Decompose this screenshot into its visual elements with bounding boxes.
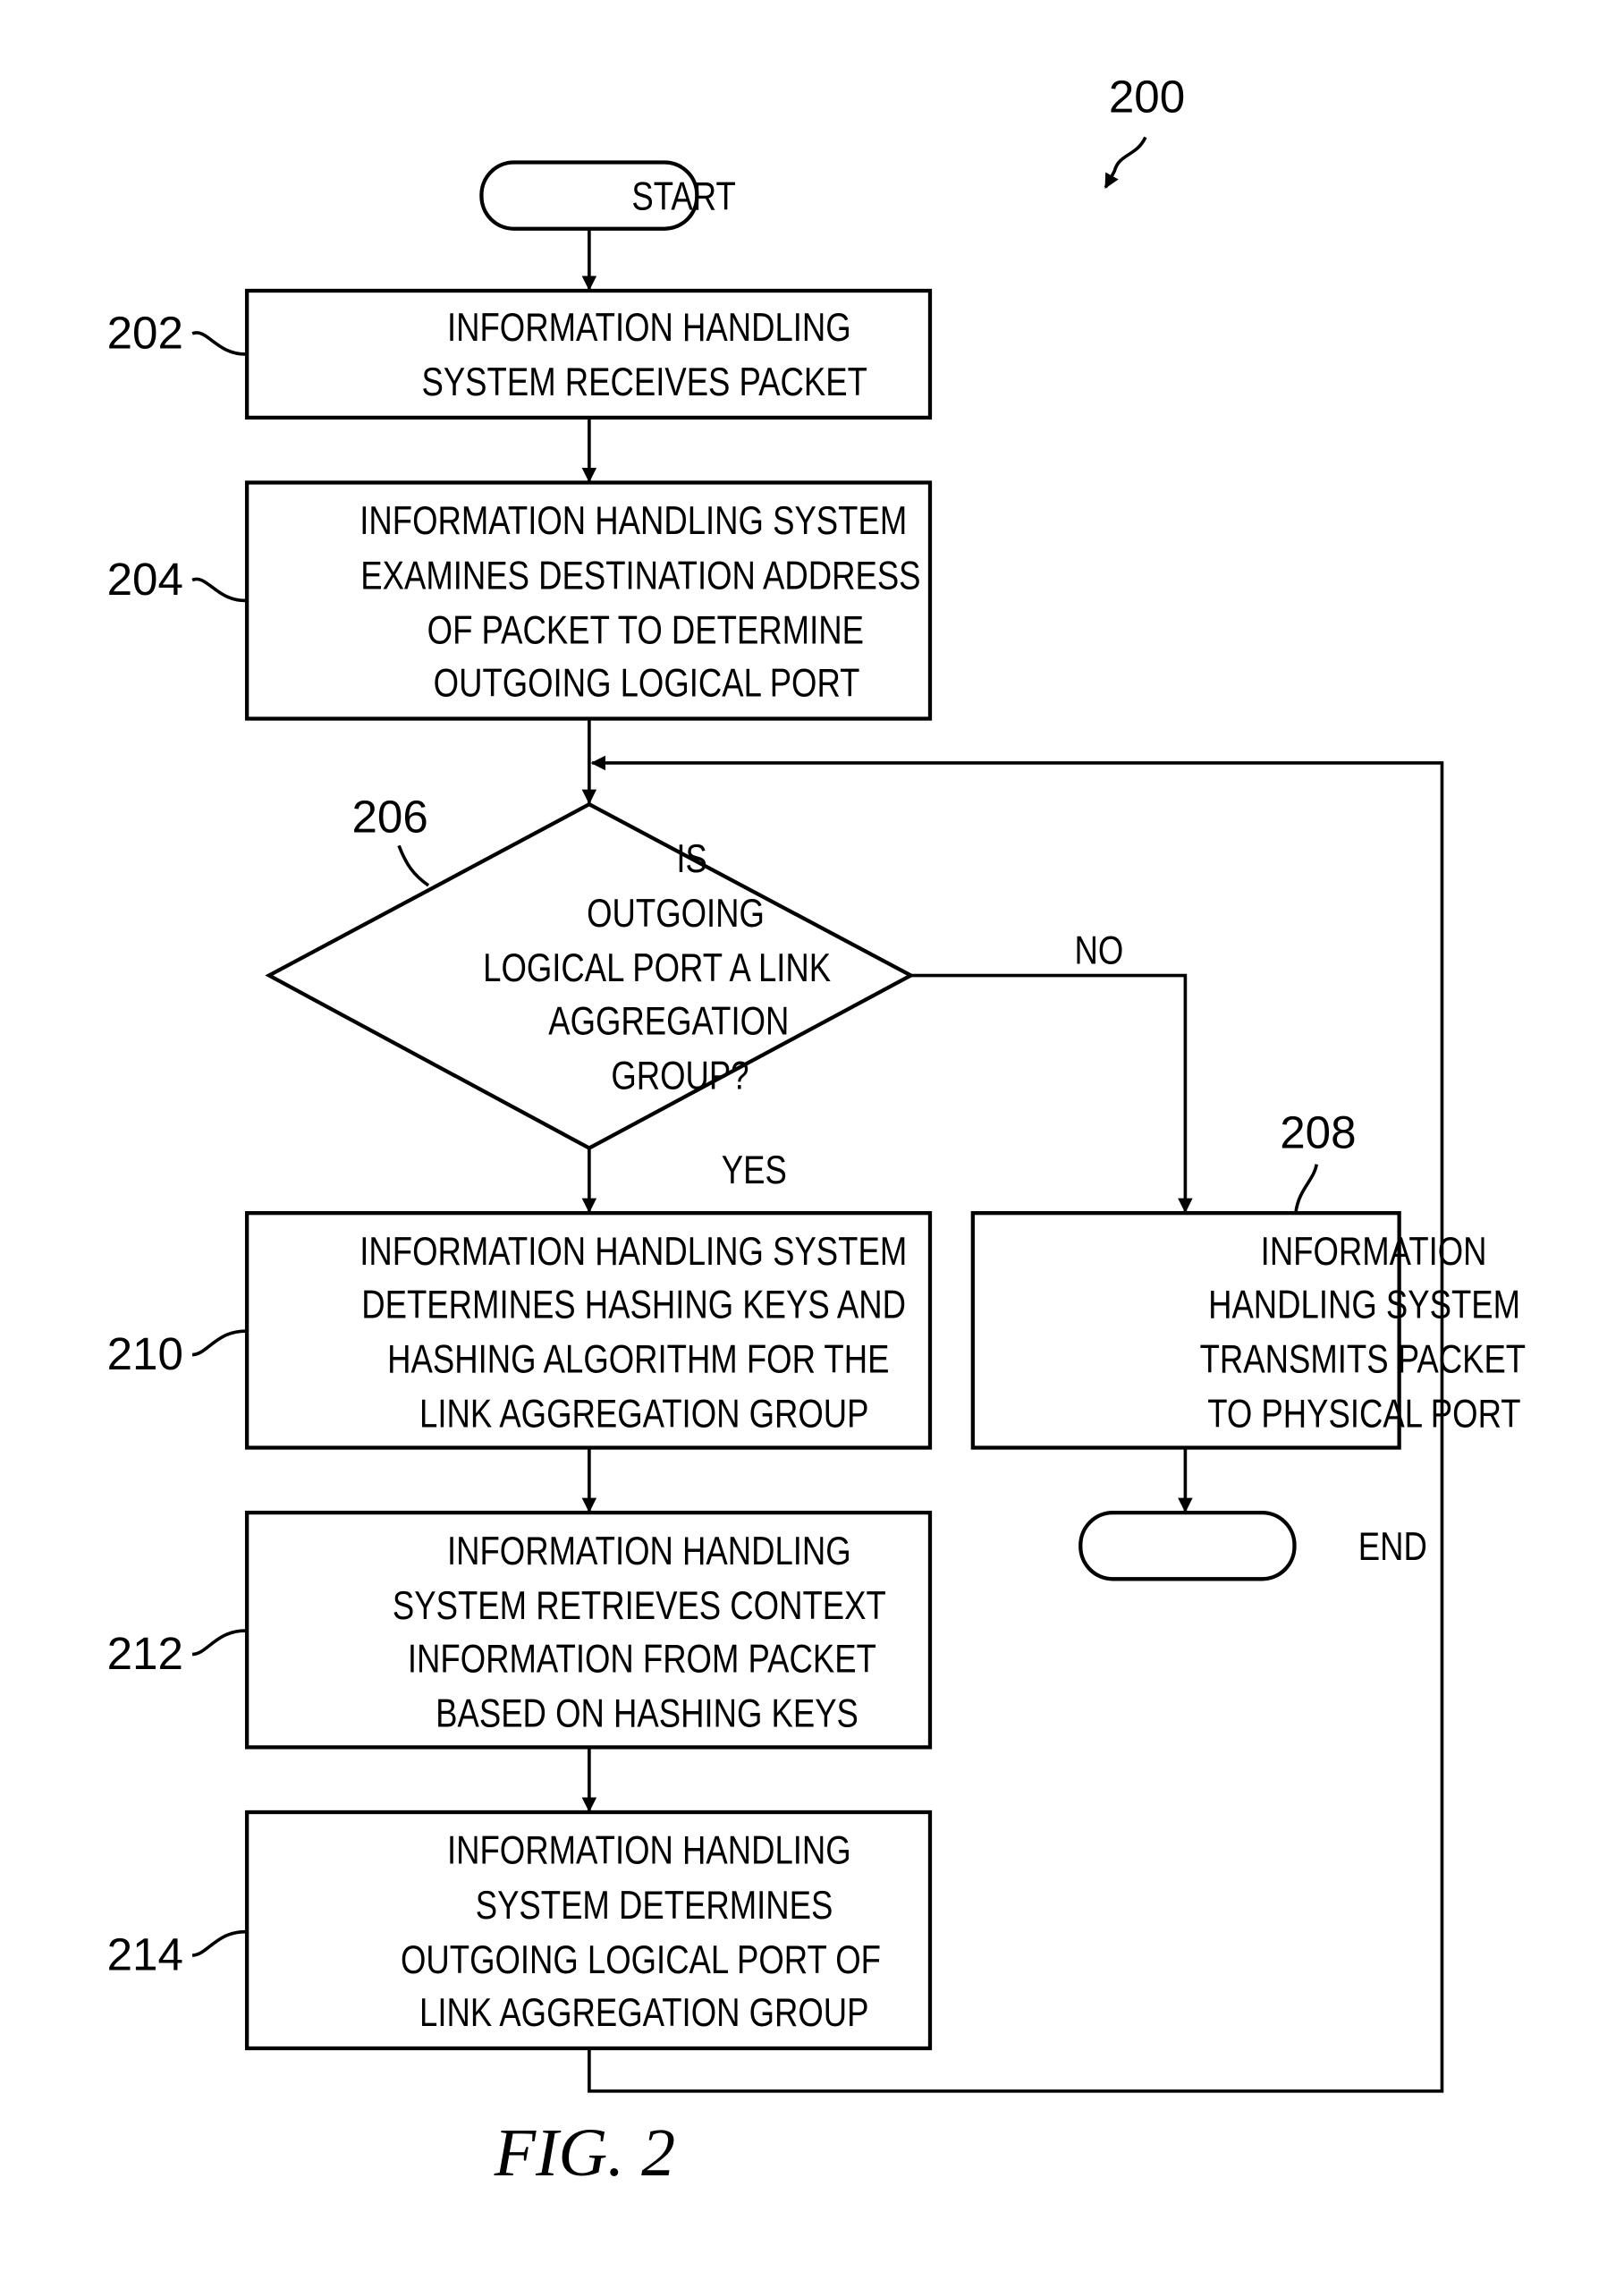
process-204-line-4: OUTGOING LOGICAL PORT (434, 660, 860, 705)
start-terminal: START (479, 160, 736, 231)
process-210-line-4: LINK AGGREGATION GROUP (419, 1391, 868, 1436)
ref-214: 214 (107, 1929, 183, 1980)
process-214-line-4: LINK AGGREGATION GROUP (419, 1990, 868, 2035)
ref-210-leader (191, 1329, 246, 1357)
process-212: INFORMATION HANDLING SYSTEM RETRIEVES CO… (244, 1510, 933, 1750)
process-212-line-1: INFORMATION HANDLING (447, 1528, 851, 1572)
ref-204-leader (191, 577, 246, 603)
ref-202: 202 (107, 307, 183, 358)
ref-210: 210 (107, 1328, 183, 1379)
process-204-line-1: INFORMATION HANDLING SYSTEM (359, 498, 907, 543)
ref-204: 204 (107, 554, 183, 605)
decision-no-label: NO (1074, 928, 1123, 972)
process-214-line-1: INFORMATION HANDLING (447, 1827, 851, 1872)
figure-reference-number: 200 (1109, 71, 1185, 122)
decision-206-line-2: OUTGOING (587, 891, 765, 936)
decision-206-line-4: AGGREGATION (548, 998, 789, 1043)
process-212-line-2: SYSTEM RETRIEVES CONTEXT (393, 1582, 886, 1627)
decision-206-line-3: LOGICAL PORT A LINK (483, 945, 831, 990)
process-204: INFORMATION HANDLING SYSTEM EXAMINES DES… (244, 480, 933, 721)
process-214: INFORMATION HANDLING SYSTEM DETERMINES O… (244, 1810, 933, 2051)
ref-208-leader (1294, 1164, 1319, 1212)
process-202: INFORMATION HANDLING SYSTEM RECEIVES PAC… (244, 288, 933, 420)
process-208-line-1: INFORMATION (1261, 1228, 1487, 1273)
decision-206-line-1: IS (676, 836, 707, 881)
process-210-line-2: DETERMINES HASHING KEYS AND (361, 1282, 906, 1326)
ref-206-leader (397, 844, 430, 887)
ref-212: 212 (107, 1628, 183, 1679)
process-214-line-3: OUTGOING LOGICAL PORT OF (401, 1937, 881, 1981)
decision-206: IS OUTGOING LOGICAL PORT A LINK AGGREGAT… (265, 801, 916, 1151)
decision-yes-label: YES (722, 1148, 787, 1192)
process-210-line-1: INFORMATION HANDLING SYSTEM (359, 1228, 907, 1273)
decision-206-line-5: GROUP? (611, 1053, 749, 1098)
process-210: INFORMATION HANDLING SYSTEM DETERMINES H… (244, 1211, 933, 1450)
process-208-line-2: HANDLING SYSTEM (1208, 1282, 1520, 1326)
figure-reference-arrow (1104, 136, 1147, 189)
process-208-line-4: TO PHYSICAL PORT (1207, 1391, 1520, 1436)
start-label: START (631, 174, 735, 218)
process-210-line-3: HASHING ALGORITHM FOR THE (387, 1336, 889, 1381)
process-204-line-3: OF PACKET TO DETERMINE (427, 607, 864, 652)
process-212-line-3: INFORMATION FROM PACKET (408, 1636, 876, 1681)
ref-214-leader (191, 1929, 246, 1957)
end-terminal: END (1078, 1510, 1427, 1581)
process-202-line-1: INFORMATION HANDLING (447, 305, 851, 350)
process-204-line-2: EXAMINES DESTINATION ADDRESS (360, 553, 920, 598)
edge-206-208-no (910, 973, 1193, 1214)
ref-212-leader (191, 1629, 246, 1657)
ref-206: 206 (351, 792, 427, 843)
process-208-line-3: TRANSMITS PACKET (1200, 1336, 1527, 1381)
process-212-line-4: BASED ON HASHING KEYS (436, 1691, 859, 1735)
process-214-line-2: SYSTEM DETERMINES (476, 1882, 833, 1927)
process-202-line-2: SYSTEM RECEIVES PACKET (421, 360, 867, 404)
ref-202-leader (191, 331, 246, 356)
ref-208: 208 (1280, 1107, 1356, 1158)
flowchart: 200 START INFORMATION HANDLING SYSTEM RE… (107, 71, 1527, 2191)
end-label: END (1358, 1523, 1427, 1568)
figure-caption: FIG. 2 (494, 2115, 675, 2191)
